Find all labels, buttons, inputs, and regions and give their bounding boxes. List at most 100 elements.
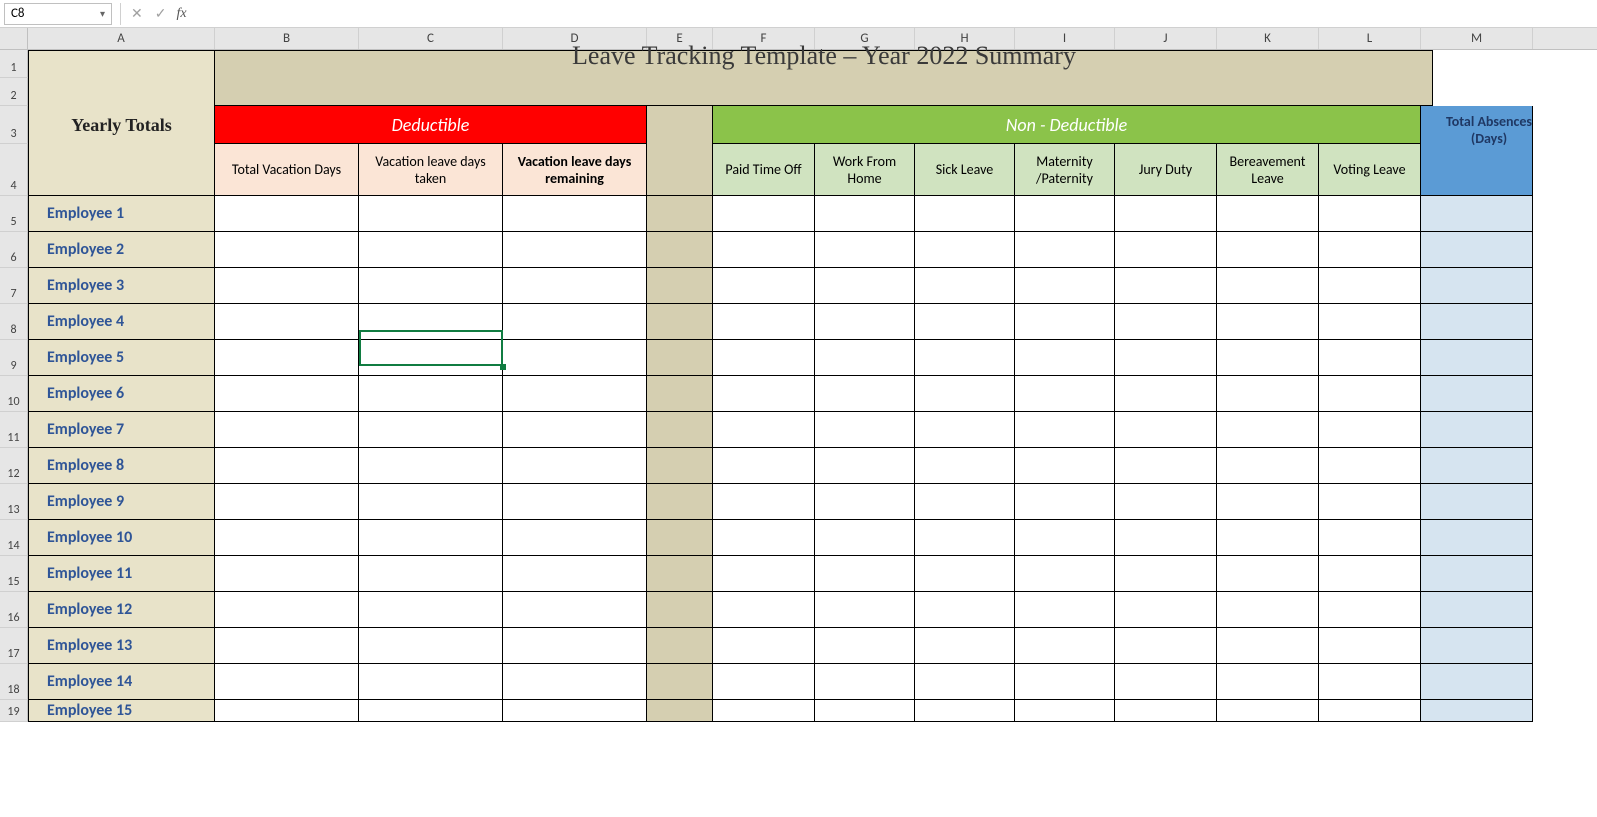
cell-k6[interactable]	[1217, 232, 1319, 268]
employee-name[interactable]: Employee 7	[28, 412, 215, 448]
cell-g19[interactable]	[815, 700, 915, 722]
enter-icon[interactable]: ✓	[155, 5, 167, 22]
cell-k13[interactable]	[1217, 484, 1319, 520]
cell-h12[interactable]	[915, 448, 1015, 484]
cell-b7[interactable]	[215, 268, 359, 304]
cell-b15[interactable]	[215, 556, 359, 592]
cell-k8[interactable]	[1217, 304, 1319, 340]
col-header-H[interactable]: H	[915, 28, 1015, 49]
cell-j15[interactable]	[1115, 556, 1217, 592]
cell-b8[interactable]	[215, 304, 359, 340]
cell-j13[interactable]	[1115, 484, 1217, 520]
employee-name[interactable]: Employee 10	[28, 520, 215, 556]
cell-c18[interactable]	[359, 664, 503, 700]
cell-j7[interactable]	[1115, 268, 1217, 304]
cell-f8[interactable]	[713, 304, 815, 340]
cell-k10[interactable]	[1217, 376, 1319, 412]
cell-i5[interactable]	[1015, 196, 1115, 232]
formula-input[interactable]	[191, 3, 1597, 25]
cell-g10[interactable]	[815, 376, 915, 412]
col-header-D[interactable]: D	[503, 28, 647, 49]
cell-j5[interactable]	[1115, 196, 1217, 232]
cell-m12[interactable]	[1421, 448, 1533, 484]
row-header-15[interactable]: 15	[0, 556, 28, 592]
cell-g12[interactable]	[815, 448, 915, 484]
cell-b16[interactable]	[215, 592, 359, 628]
cell-l19[interactable]	[1319, 700, 1421, 722]
cell-h11[interactable]	[915, 412, 1015, 448]
cell-f12[interactable]	[713, 448, 815, 484]
cell-d11[interactable]	[503, 412, 647, 448]
col-header-M[interactable]: M	[1421, 28, 1533, 49]
cell-m16[interactable]	[1421, 592, 1533, 628]
cell-k18[interactable]	[1217, 664, 1319, 700]
col-header-B[interactable]: B	[215, 28, 359, 49]
cell-f16[interactable]	[713, 592, 815, 628]
cell-g16[interactable]	[815, 592, 915, 628]
cell-k9[interactable]	[1217, 340, 1319, 376]
cell-i6[interactable]	[1015, 232, 1115, 268]
cell-g17[interactable]	[815, 628, 915, 664]
cell-j6[interactable]	[1115, 232, 1217, 268]
fx-icon[interactable]: fx	[172, 6, 190, 22]
cell-k14[interactable]	[1217, 520, 1319, 556]
cell-m7[interactable]	[1421, 268, 1533, 304]
cell-f7[interactable]	[713, 268, 815, 304]
cell-c13[interactable]	[359, 484, 503, 520]
cell-m10[interactable]	[1421, 376, 1533, 412]
cell-m13[interactable]	[1421, 484, 1533, 520]
cell-i9[interactable]	[1015, 340, 1115, 376]
cell-c10[interactable]	[359, 376, 503, 412]
cell-l8[interactable]	[1319, 304, 1421, 340]
name-box[interactable]: C8 ▾	[4, 3, 112, 25]
cell-d13[interactable]	[503, 484, 647, 520]
row-header-8[interactable]: 8	[0, 304, 28, 340]
cell-f9[interactable]	[713, 340, 815, 376]
cell-h10[interactable]	[915, 376, 1015, 412]
cell-d17[interactable]	[503, 628, 647, 664]
cell-l12[interactable]	[1319, 448, 1421, 484]
cell-b17[interactable]	[215, 628, 359, 664]
cell-j18[interactable]	[1115, 664, 1217, 700]
cell-h9[interactable]	[915, 340, 1015, 376]
cell-m8[interactable]	[1421, 304, 1533, 340]
cell-d9[interactable]	[503, 340, 647, 376]
cell-j14[interactable]	[1115, 520, 1217, 556]
cell-c8[interactable]	[359, 304, 503, 340]
cell-b11[interactable]	[215, 412, 359, 448]
cell-k7[interactable]	[1217, 268, 1319, 304]
row-header-7[interactable]: 7	[0, 268, 28, 304]
cell-l15[interactable]	[1319, 556, 1421, 592]
cell-g9[interactable]	[815, 340, 915, 376]
cell-f19[interactable]	[713, 700, 815, 722]
employee-name[interactable]: Employee 8	[28, 448, 215, 484]
row-header-6[interactable]: 6	[0, 232, 28, 268]
row-header-10[interactable]: 10	[0, 376, 28, 412]
cell-m18[interactable]	[1421, 664, 1533, 700]
cell-m15[interactable]	[1421, 556, 1533, 592]
cell-f11[interactable]	[713, 412, 815, 448]
cell-i12[interactable]	[1015, 448, 1115, 484]
cell-h5[interactable]	[915, 196, 1015, 232]
cell-k16[interactable]	[1217, 592, 1319, 628]
row-header-5[interactable]: 5	[0, 196, 28, 232]
cell-l9[interactable]	[1319, 340, 1421, 376]
cell-d18[interactable]	[503, 664, 647, 700]
row-header-11[interactable]: 11	[0, 412, 28, 448]
col-header-E[interactable]: E	[647, 28, 713, 49]
row-header-1[interactable]: 1	[0, 50, 28, 78]
row-header-16[interactable]: 16	[0, 592, 28, 628]
cell-h7[interactable]	[915, 268, 1015, 304]
cell-k5[interactable]	[1217, 196, 1319, 232]
cell-c17[interactable]	[359, 628, 503, 664]
cell-i17[interactable]	[1015, 628, 1115, 664]
cell-d10[interactable]	[503, 376, 647, 412]
cell-h15[interactable]	[915, 556, 1015, 592]
cell-i19[interactable]	[1015, 700, 1115, 722]
row-header-14[interactable]: 14	[0, 520, 28, 556]
cell-g15[interactable]	[815, 556, 915, 592]
cell-f18[interactable]	[713, 664, 815, 700]
employee-name[interactable]: Employee 11	[28, 556, 215, 592]
cell-l16[interactable]	[1319, 592, 1421, 628]
cell-f13[interactable]	[713, 484, 815, 520]
